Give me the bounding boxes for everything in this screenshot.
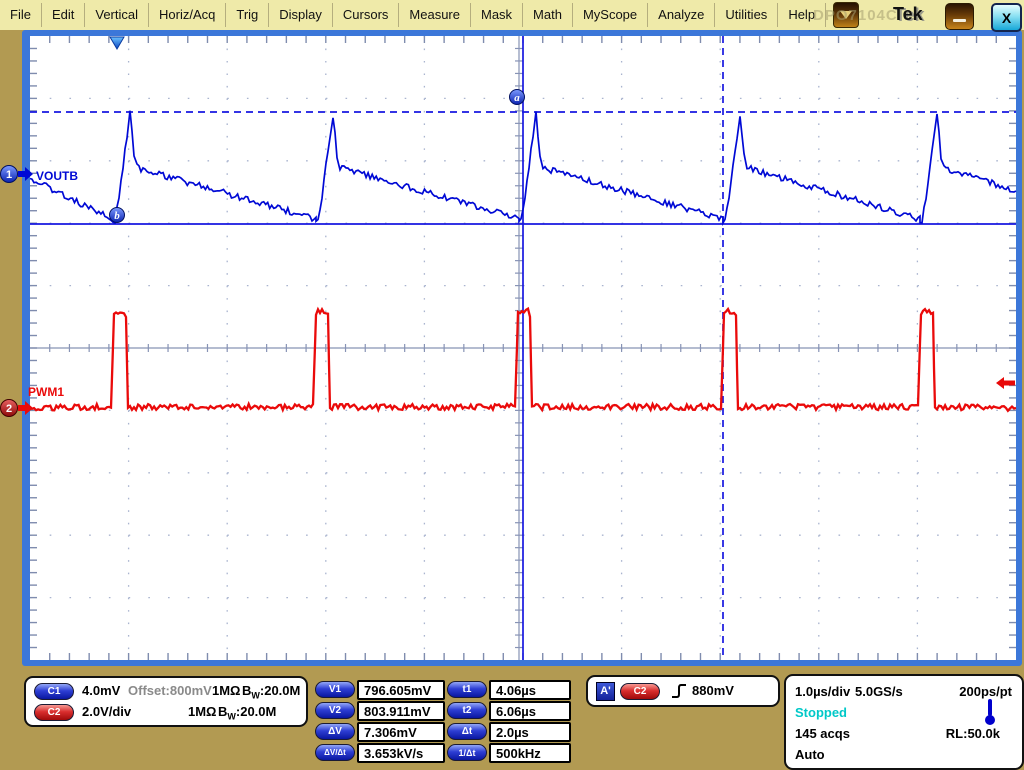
c2-scale[interactable]: 2.0V/div xyxy=(82,704,131,719)
c2-bandwidth: BW:20.0M xyxy=(218,704,276,722)
timebase-box: 1.0µs/div 5.0GS/s 200ps/pt Stopped 145 a… xyxy=(784,674,1024,770)
channel2-badge[interactable]: C2 xyxy=(34,704,74,721)
tek-logo: Tek xyxy=(893,4,923,25)
menu-mask[interactable]: Mask xyxy=(471,3,523,27)
cursor-value-t1: 4.06µs xyxy=(489,680,571,700)
menu-math[interactable]: Math xyxy=(523,3,573,27)
cursor-label-Vt: ΔV/Δt xyxy=(315,744,355,761)
cursor-value-t: 2.0µs xyxy=(489,722,571,742)
menu-trig[interactable]: Trig xyxy=(226,3,269,27)
menu-edit[interactable]: Edit xyxy=(42,3,85,27)
thermometer-icon xyxy=(984,698,996,726)
rising-edge-icon xyxy=(670,681,688,701)
cursor-label-V: ΔV xyxy=(315,723,355,740)
menu-measure[interactable]: Measure xyxy=(399,3,471,27)
svg-text:b: b xyxy=(114,210,120,222)
svg-text:2: 2 xyxy=(6,403,12,415)
c1-impedance: 1MΩ xyxy=(212,683,240,698)
ch1-label: VOUTB xyxy=(36,169,78,183)
channel1-badge[interactable]: C1 xyxy=(34,683,74,700)
c2-impedance: 1MΩ xyxy=(188,704,216,719)
c1-scale[interactable]: 4.0mV xyxy=(82,683,120,698)
menu-display[interactable]: Display xyxy=(269,3,333,27)
cursor-value-Vt: 3.653kV/s xyxy=(357,743,445,763)
menu-cursors[interactable]: Cursors xyxy=(333,3,400,27)
trigger-source-badge: C2 xyxy=(620,683,660,700)
trigger-readout-box: A' C2 880mV xyxy=(586,675,780,707)
cursor-value-V: 7.306mV xyxy=(357,722,445,742)
cursor-value-t2: 6.06µs xyxy=(489,701,571,721)
c1-bandwidth: BW:20.0M xyxy=(242,683,300,701)
acquisition-status: Stopped xyxy=(795,705,847,720)
record-length: RL:50.0k xyxy=(946,726,1000,741)
sample-rate: 5.0GS/s xyxy=(855,684,903,699)
trigger-level: 880mV xyxy=(692,683,734,698)
menu-vertical[interactable]: Vertical xyxy=(85,3,149,27)
trigger-mode: Auto xyxy=(795,747,825,762)
menu-utilities[interactable]: Utilities xyxy=(715,3,778,27)
svg-text:a: a xyxy=(514,92,520,104)
close-button[interactable]: X xyxy=(991,3,1022,32)
timebase-scale[interactable]: 1.0µs/div xyxy=(795,684,850,699)
model-label: DPO7104C xyxy=(813,7,898,24)
readout-bar: C1 4.0mV Offset:800mV 1MΩ BW:20.0M C2 2.… xyxy=(0,668,1024,768)
cursor-label-t: Δt xyxy=(447,723,487,740)
cursor-value-1t: 500kHz xyxy=(489,743,571,763)
cursor-label-V1: V1 xyxy=(315,681,355,698)
ch2-label: PWM1 xyxy=(28,385,64,399)
cursor-label-1t: 1/Δt xyxy=(447,744,487,761)
cursor-value-V2: 803.911mV xyxy=(357,701,445,721)
minimize-button[interactable] xyxy=(945,3,974,30)
menu-myscope[interactable]: MyScope xyxy=(573,3,648,27)
cursor-label-V2: V2 xyxy=(315,702,355,719)
acquisition-count: 145 acqs xyxy=(795,726,850,741)
trigger-a-badge: A' xyxy=(596,682,615,701)
channel-settings-box: C1 4.0mV Offset:800mV 1MΩ BW:20.0M C2 2.… xyxy=(24,676,308,727)
minimize-icon xyxy=(953,19,966,22)
resolution: 200ps/pt xyxy=(959,684,1012,699)
c1-offset: Offset:800mV xyxy=(128,683,212,698)
menu-items: FileEditVerticalHoriz/AcqTrigDisplayCurs… xyxy=(0,3,826,27)
svg-text:1: 1 xyxy=(6,169,12,181)
scope-display: 1 2 VOUTB PWM1 a b xyxy=(0,30,1024,668)
cursor-value-V1: 796.605mV xyxy=(357,680,445,700)
menu-horizacq[interactable]: Horiz/Acq xyxy=(149,3,226,27)
menu-file[interactable]: File xyxy=(0,3,42,27)
cursor-label-t2: t2 xyxy=(447,702,487,719)
menu-bar: FileEditVerticalHoriz/AcqTrigDisplayCurs… xyxy=(0,0,1024,30)
cursor-label-t1: t1 xyxy=(447,681,487,698)
menu-analyze[interactable]: Analyze xyxy=(648,3,715,27)
